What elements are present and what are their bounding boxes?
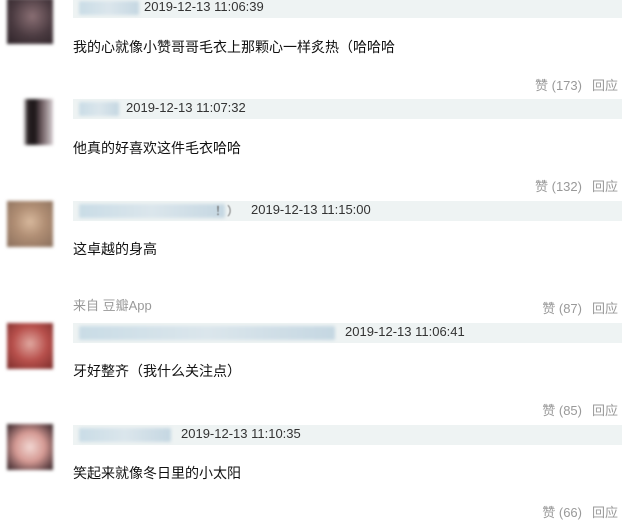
avatar[interactable] (7, 323, 53, 369)
comment-text: 他真的好喜欢这件毛衣哈哈 (73, 140, 241, 156)
avatar[interactable] (7, 201, 53, 247)
username-blurred[interactable] (79, 428, 171, 442)
avatar[interactable] (7, 0, 53, 44)
username-blurred[interactable] (79, 102, 119, 116)
like-button[interactable]: 赞 (173) (535, 75, 582, 94)
comment-text: 我的心就像小赞哥哥毛衣上那颗心一样炙热（哈哈哈 (73, 39, 395, 55)
comment-timestamp: 2019-12-13 11:07:32 (126, 100, 246, 115)
reply-button[interactable]: 回应 (592, 298, 618, 317)
like-button[interactable]: 赞 (132) (535, 176, 582, 195)
comment-text: 这卓越的身高 (73, 241, 157, 257)
comment-meta-bar: 2019-12-13 11:10:35 (73, 425, 622, 445)
username-tail: ！） (215, 204, 240, 218)
username-blurred[interactable] (79, 326, 335, 340)
comment-actions: 赞 (87) 回应 (542, 298, 618, 317)
reply-button[interactable]: 回应 (592, 176, 618, 195)
comment-actions: 赞 (173) 回应 (535, 75, 618, 94)
like-button[interactable]: 赞 (87) (542, 298, 582, 317)
reply-button[interactable]: 回应 (592, 75, 618, 94)
comment-timestamp: 2019-12-13 11:15:00 (251, 202, 371, 217)
comment-actions: 赞 (132) 回应 (535, 176, 618, 195)
reply-button[interactable]: 回应 (592, 400, 618, 419)
comment-actions: 赞 (85) 回应 (542, 400, 618, 419)
comment-meta-bar: 2019-12-13 11:06:41 (73, 323, 622, 343)
comment-text: 笑起来就像冬日里的小太阳 (73, 465, 241, 481)
like-button[interactable]: 赞 (66) (542, 502, 582, 521)
comment-text: 牙好整齐（我什么关注点） (73, 363, 241, 379)
comment-actions: 赞 (66) 回应 (542, 502, 618, 521)
comment-source: 来自 豆瓣App (73, 298, 152, 313)
reply-button[interactable]: 回应 (592, 502, 618, 521)
comment-timestamp: 2019-12-13 11:06:39 (144, 0, 264, 14)
username-blurred[interactable] (79, 1, 139, 15)
avatar[interactable] (7, 99, 53, 145)
like-button[interactable]: 赞 (85) (542, 400, 582, 419)
comment-meta-bar: ！） 2019-12-13 11:15:00 (73, 201, 622, 221)
comment-timestamp: 2019-12-13 11:06:41 (345, 324, 465, 339)
comment-timestamp: 2019-12-13 11:10:35 (181, 426, 301, 441)
comment-meta-bar: 2019-12-13 11:07:32 (73, 99, 622, 119)
avatar[interactable] (7, 424, 53, 470)
username-blurred[interactable] (79, 204, 225, 218)
comment-meta-bar: 2019-12-13 11:06:39 (73, 0, 622, 18)
